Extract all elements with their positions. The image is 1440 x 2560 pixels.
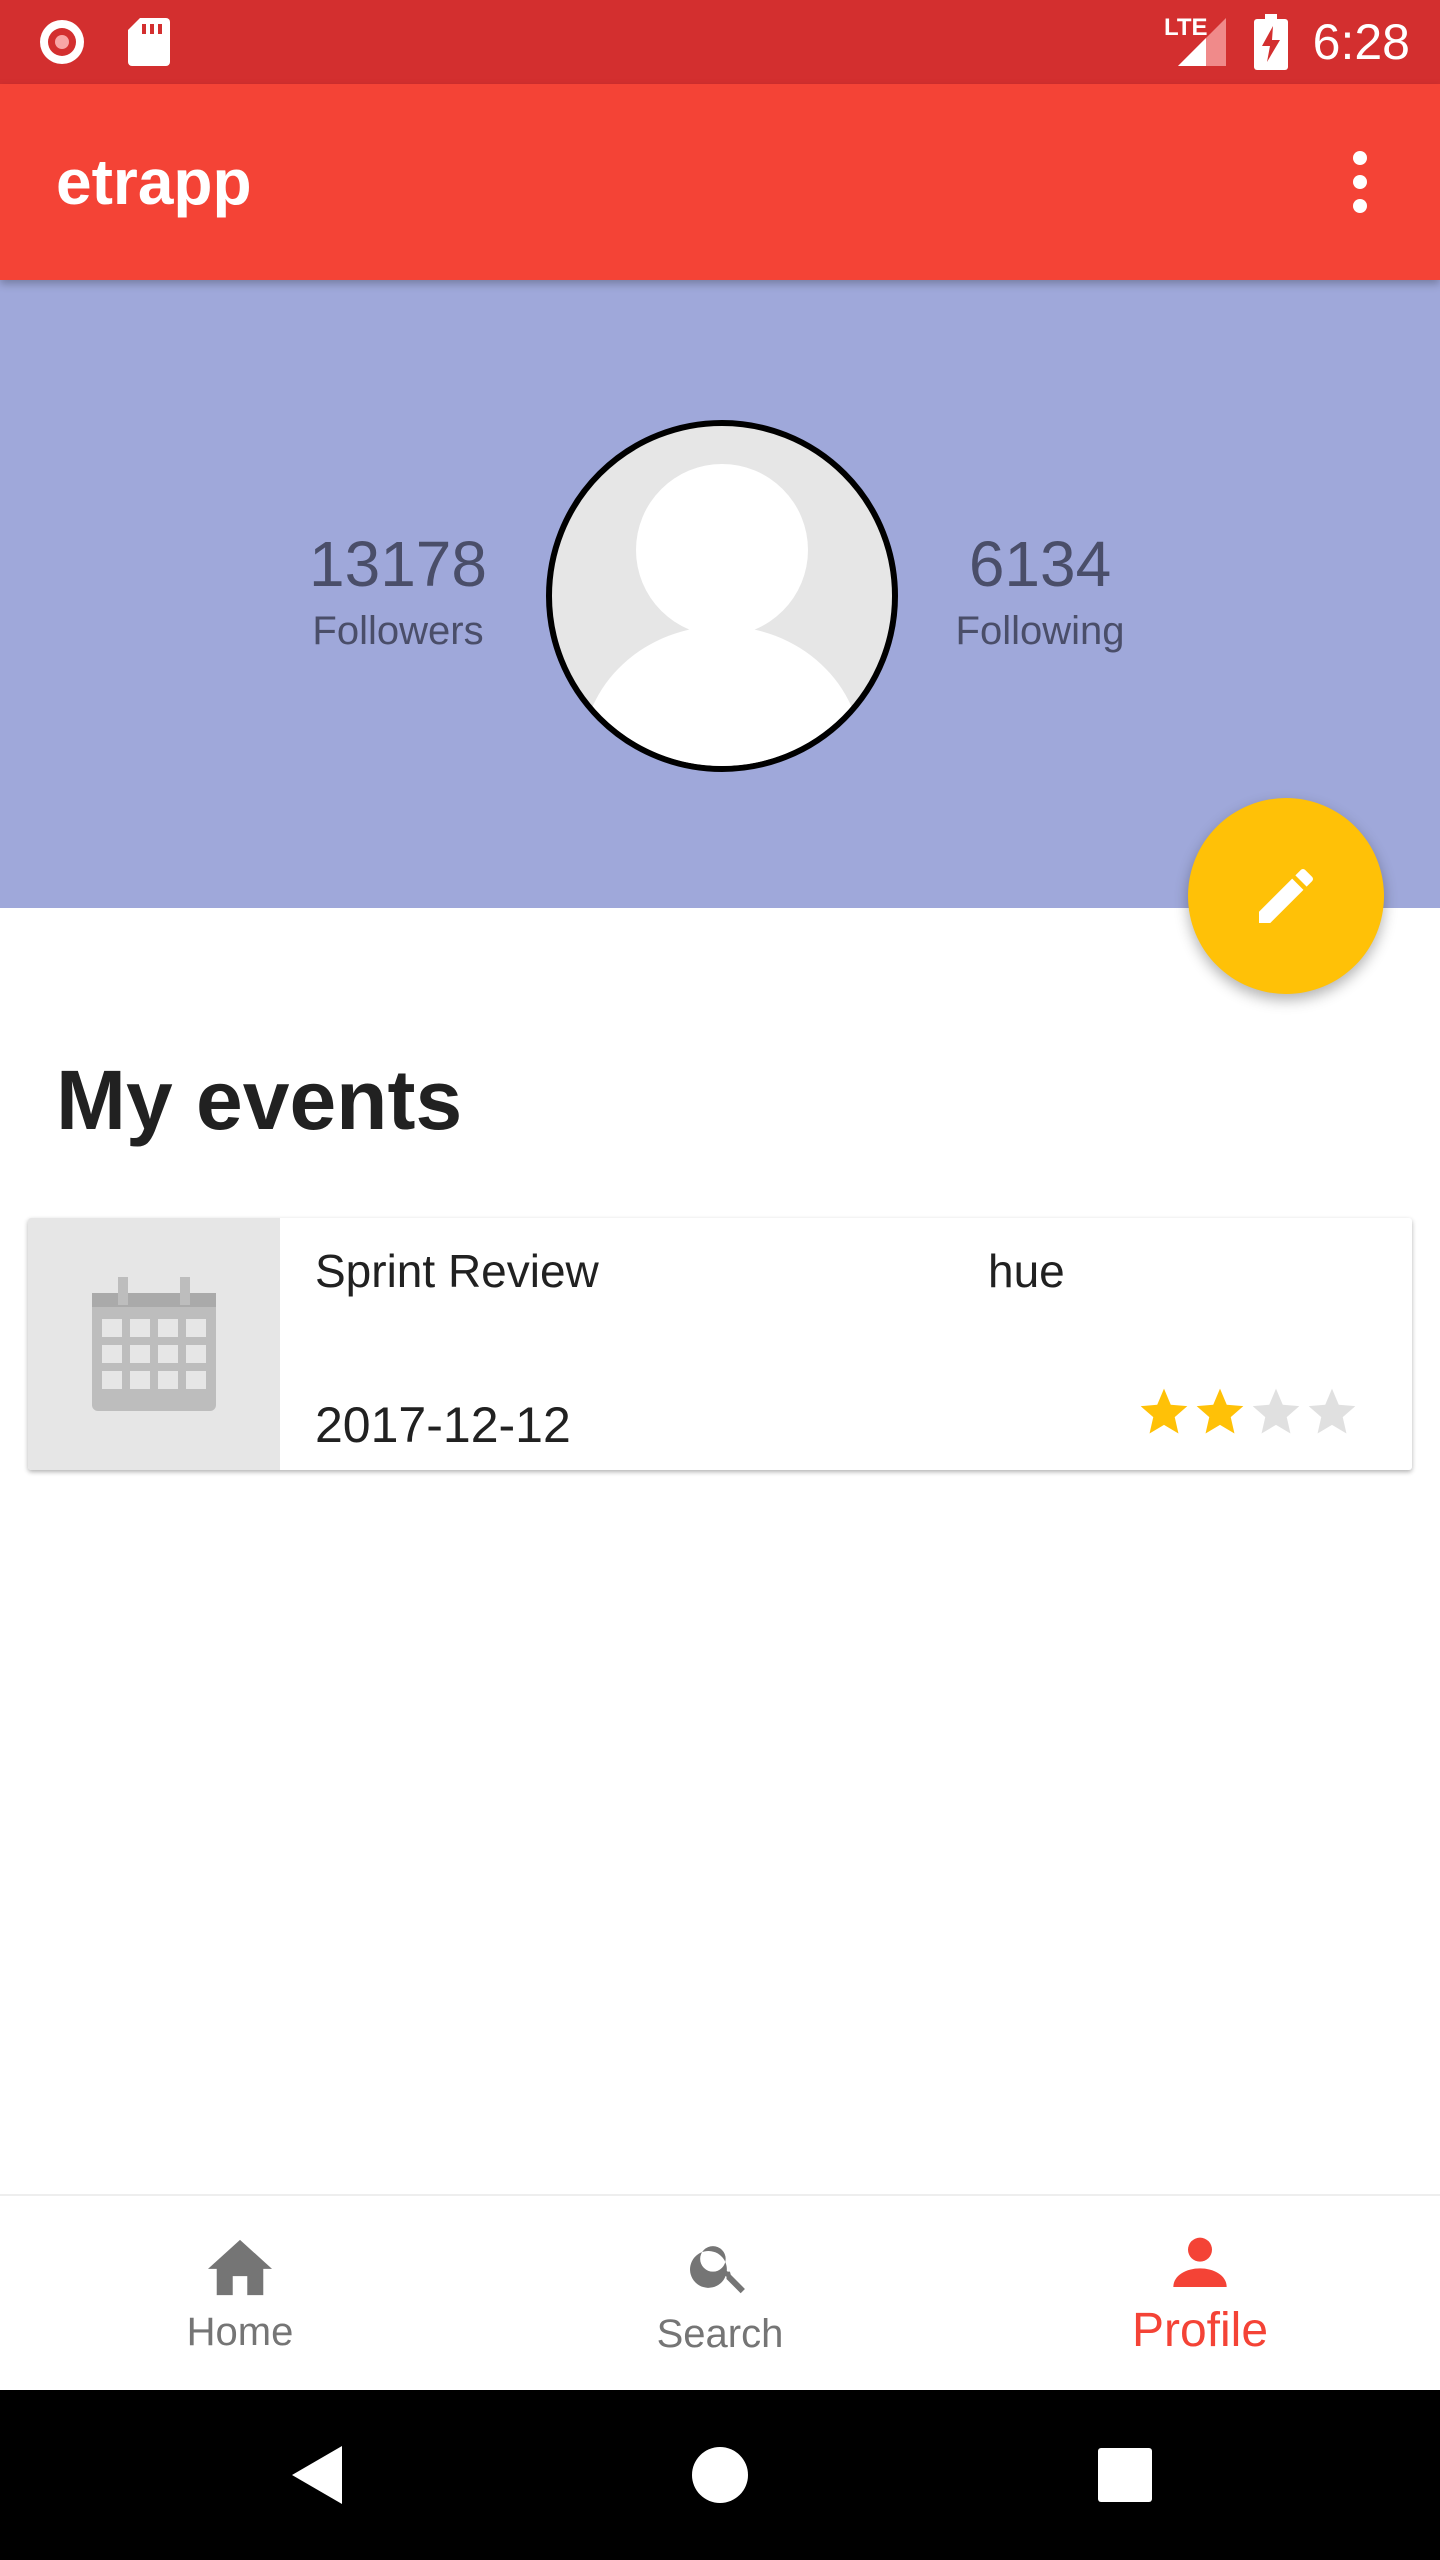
- nav-profile-label: Profile: [1131, 2303, 1269, 2357]
- nav-home-label: Home: [186, 2309, 294, 2354]
- nav-home[interactable]: Home: [0, 2196, 480, 2392]
- recents-icon[interactable]: [1040, 2390, 1210, 2560]
- profile-header: 13178 Followers 6134 Following: [0, 280, 1440, 908]
- back-icon[interactable]: [232, 2390, 402, 2560]
- event-rating: [1136, 1384, 1360, 1440]
- star-empty-icon: [1308, 1388, 1356, 1434]
- event-thumbnail: [28, 1218, 280, 1470]
- person-placeholder-icon: [582, 464, 862, 766]
- following-count: 6134: [968, 528, 1112, 600]
- star-empty-icon: [1252, 1388, 1300, 1434]
- followers-count: 13178: [309, 528, 487, 600]
- more-vert-icon[interactable]: [1320, 142, 1400, 222]
- following-label: Following: [955, 609, 1125, 653]
- home-icon: [208, 2239, 272, 2295]
- event-name: Sprint Review: [315, 1245, 599, 1297]
- followers-stat[interactable]: 13178 Followers: [268, 526, 528, 656]
- nav-search-label: Search: [656, 2311, 784, 2356]
- event-owner: hue: [988, 1245, 1065, 1297]
- edit-profile-button[interactable]: [1188, 798, 1384, 994]
- bottom-navigation: Home Search Profile: [0, 2194, 1440, 2392]
- followers-label: Followers: [312, 609, 484, 653]
- record-icon: [36, 16, 88, 73]
- nav-profile[interactable]: Profile: [960, 2196, 1440, 2392]
- event-date: 2017-12-12: [315, 1397, 571, 1453]
- battery-charging-icon: [1254, 14, 1288, 75]
- nav-search[interactable]: Search: [480, 2196, 960, 2392]
- following-stat[interactable]: 6134 Following: [910, 526, 1170, 656]
- system-navigation-bar: [0, 2390, 1440, 2560]
- star-filled-icon: [1140, 1388, 1188, 1434]
- person-icon: [1173, 2237, 1227, 2287]
- pencil-icon: [1259, 868, 1314, 923]
- status-time: 6:28: [1312, 14, 1410, 70]
- event-card[interactable]: Sprint Review hue 2017-12-12: [28, 1218, 1412, 1470]
- section-title: My events: [56, 1053, 463, 1147]
- sd-card-icon: [126, 16, 170, 73]
- app-title: etrapp: [56, 146, 252, 218]
- search-icon: [690, 2245, 745, 2293]
- star-filled-icon: [1196, 1388, 1244, 1434]
- calendar-icon: [92, 1277, 216, 1411]
- avatar[interactable]: [546, 420, 898, 772]
- signal-icon: [1178, 16, 1228, 73]
- app-toolbar: etrapp: [0, 84, 1440, 280]
- status-bar: LTE 6:28: [0, 0, 1440, 84]
- home-circle-icon[interactable]: [635, 2390, 805, 2560]
